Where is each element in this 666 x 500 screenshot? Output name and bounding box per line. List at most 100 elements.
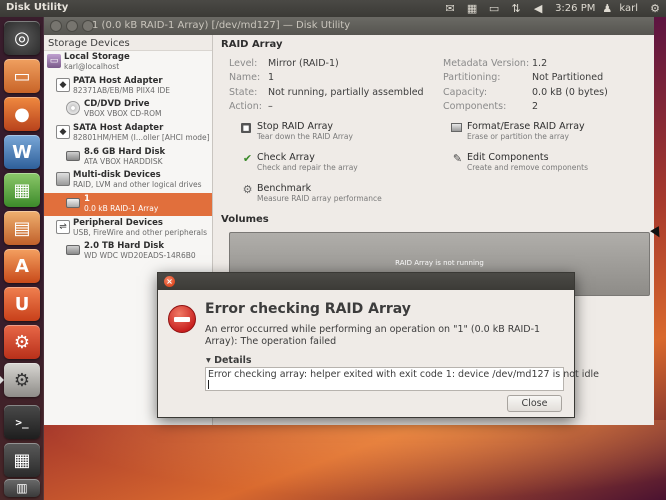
check-icon: ✔ [242,152,253,165]
dialog-titlebar[interactable]: × [158,273,574,290]
tree-item-multi-disk[interactable]: Multi-disk Devices RAID, LVM and other l… [44,169,212,192]
tree-item-title: Multi-disk Devices [73,170,161,180]
files-icon[interactable]: ▭ [4,59,40,93]
mail-icon[interactable]: ✉ [439,0,461,17]
panel-indicators: ✉ ▦ ▭ ⇅ ◀ 3:26 PM ♟ karl ⚙ [439,0,666,17]
active-app-indicator [0,376,4,384]
firefox-icon[interactable]: ● [4,97,40,131]
tree-item-subtitle: 82371AB/EB/MB PIIX4 IDE [73,86,171,95]
action-description: Create and remove components [467,163,588,172]
tree-item-title: CD/DVD Drive [84,99,150,109]
action-description: Check and repair the array [257,163,358,172]
tree-item-subtitle: WD WDC WD20EADS-14R6B0 [84,251,196,260]
raid-section-title: RAID Array [221,39,283,50]
edit-components-button[interactable]: ✎ Edit Components Create and remove comp… [451,152,641,176]
prop-label-components: Components: [443,101,507,112]
prop-label-capacity: Capacity: [443,87,488,98]
dash-home-icon[interactable]: ◎ [4,21,40,55]
impress-icon[interactable]: ▤ [4,211,40,245]
disk-utility-icon[interactable]: ⚙ [4,363,40,397]
tree-item-title: PATA Host Adapter [73,76,163,86]
prop-value-action: – [268,101,273,112]
window-minimize-button[interactable] [66,20,78,32]
dialog-close-icon[interactable]: × [164,276,175,287]
stop-icon: ■ [241,123,251,133]
prop-label-level: Level: [229,58,258,69]
tree-item-cd-dvd[interactable]: CD/DVD Drive VBOX VBOX CD-ROM [44,98,212,121]
stop-raid-array-button[interactable]: ■ Stop RAID Array Tear down the RAID Arr… [241,121,421,145]
network-icon[interactable]: ⇅ [505,0,527,17]
panel-app-title: Disk Utility [6,2,69,13]
system-settings-icon[interactable]: ⚙ [4,325,40,359]
format-icon [451,123,462,132]
check-array-button[interactable]: ✔ Check Array Check and repair the array [241,152,421,176]
tree-item-sata-adapter[interactable]: ◆ SATA Host Adapter 82801HM/HEM (I...oll… [44,122,212,145]
top-panel: Disk Utility ✉ ▦ ▭ ⇅ ◀ 3:26 PM ♟ karl ⚙ [0,0,666,17]
tree-item-hard-disk[interactable]: 8.6 GB Hard Disk ATA VBOX HARDDISK [44,146,212,169]
prop-label-metadata-version: Metadata Version: [443,58,530,69]
raid-disk-icon [66,198,80,208]
action-title: Format/Erase RAID Array [467,121,585,132]
sidebar-header: Storage Devices [44,35,212,51]
prop-value-components: 2 [532,101,539,112]
details-text-field[interactable]: Error checking array: helper exited with… [205,367,599,391]
details-label: Details [214,355,252,366]
tree-item-peripheral[interactable]: ⇌ Peripheral Devices USB, FireWire and o… [44,217,212,240]
tree-item-title: 1 [84,194,90,204]
window-titlebar[interactable]: 1 (0.0 kB RAID-1 Array) [/dev/md127] — D… [44,17,654,35]
terminal-icon[interactable]: >_ [4,405,40,439]
close-button[interactable]: Close [507,395,562,412]
tree-item-subtitle: 82801HM/HEM (I...oller [AHCI mode] [73,133,210,142]
usb-disk-icon [66,245,80,255]
calc-icon[interactable]: ▦ [4,173,40,207]
clock[interactable]: 3:26 PM [549,3,601,14]
dialog-heading: Error checking RAID Array [205,301,411,317]
tree-item-subtitle: 0.0 kB RAID-1 Array [84,204,159,213]
action-description: Erase or partition the array [467,132,569,141]
window-controls [50,20,94,32]
tree-item-title: SATA Host Adapter [73,123,164,133]
computer-icon: ▭ [47,54,61,68]
window-title: 1 (0.0 kB RAID-1 Array) [/dev/md127] — D… [92,20,351,31]
action-description: Measure RAID array performance [257,194,382,203]
workspaces-icon[interactable]: ▦ [4,443,40,477]
tree-item-subtitle: ATA VBOX HARDDISK [84,157,163,166]
tree-item-title: Peripheral Devices [73,218,163,228]
pencil-icon: ✎ [452,152,463,165]
battery-icon[interactable]: ▭ [483,0,505,17]
chip-icon: ◆ [56,78,70,92]
tree-item-external-disk[interactable]: 2.0 TB Hard Disk WD WDC WD20EADS-14R6B0 [44,240,212,263]
user-name[interactable]: karl [613,3,644,14]
prop-value-capacity: 0.0 kB (0 bytes) [532,87,608,98]
prop-value-partitioning: Not Partitioned [532,72,604,83]
details-expander[interactable]: ▾ Details [206,355,252,366]
tree-item-pata-adapter[interactable]: ◆ PATA Host Adapter 82371AB/EB/MB PIIX4 … [44,75,212,98]
action-description: Tear down the RAID Array [257,132,353,141]
window-close-button[interactable] [50,20,62,32]
power-icon[interactable]: ⚙ [644,0,666,17]
tree-item-title: 8.6 GB Hard Disk [84,147,166,157]
tree-item-subtitle: karl@localhost [64,62,120,71]
disc-icon [66,101,80,115]
prop-label-partitioning: Partitioning: [443,72,501,83]
prop-value-state: Not running, partially assembled [268,87,424,98]
benchmark-icon: ⚙ [242,183,253,196]
software-center-icon[interactable]: A [4,249,40,283]
action-title: Benchmark [257,183,312,194]
tree-item-local-storage[interactable]: ▭ Local Storage karl@localhost [44,51,212,74]
volumes-status-message: RAID Array is not running [395,259,484,267]
ubuntu-one-icon[interactable]: U [4,287,40,321]
keyboard-icon[interactable]: ▦ [461,0,483,17]
benchmark-button[interactable]: ⚙ Benchmark Measure RAID array performan… [241,183,421,207]
volume-icon[interactable]: ◀ [527,0,549,17]
writer-icon[interactable]: W [4,135,40,169]
trash-icon[interactable]: ▥ [4,479,40,497]
format-erase-raid-button[interactable]: Format/Erase RAID Array Erase or partiti… [451,121,641,145]
prop-label-state: State: [229,87,258,98]
prop-value-name: 1 [268,72,275,83]
user-icon: ♟ [602,2,613,15]
tree-item-raid-array[interactable]: 1 0.0 kB RAID-1 Array [44,193,212,216]
multi-disk-icon [56,172,70,186]
prop-label-name: Name: [229,72,261,83]
tree-item-title: 2.0 TB Hard Disk [84,241,165,251]
